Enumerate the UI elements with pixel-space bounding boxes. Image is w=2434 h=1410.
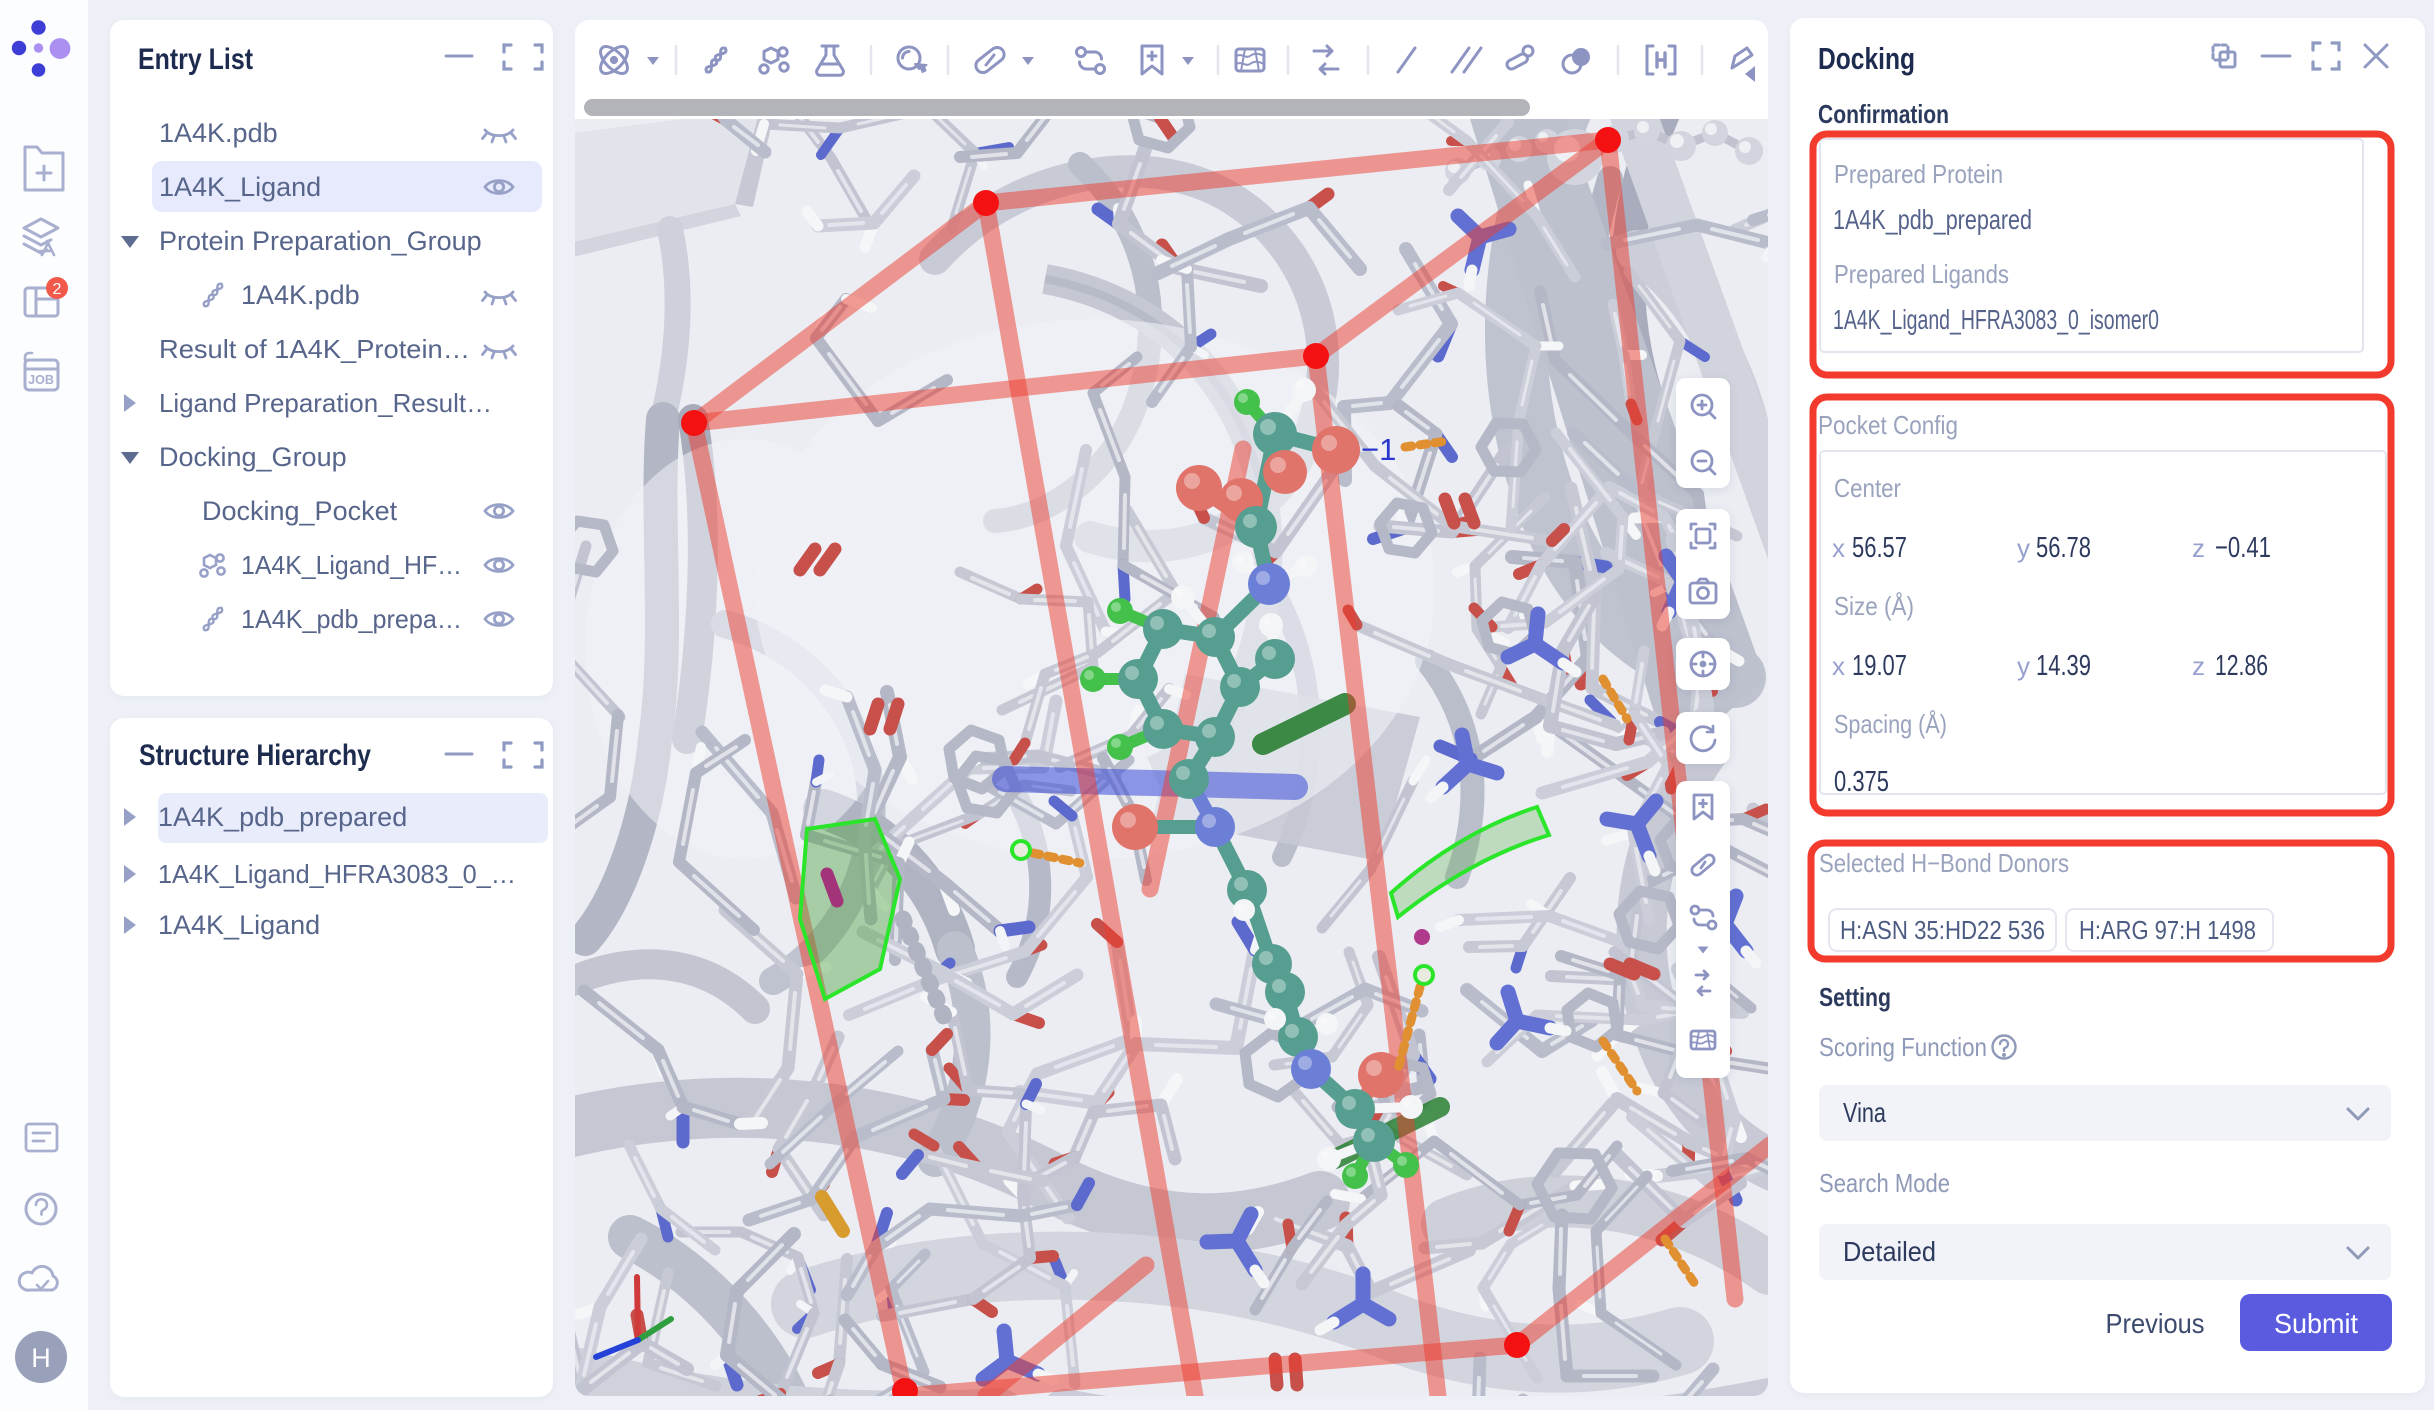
svg-text:H:ARG 97:H 1498: H:ARG 97:H 1498 <box>2079 915 2256 945</box>
svg-text:12.86: 12.86 <box>2215 650 2268 682</box>
svg-text:−0.41: −0.41 <box>2215 532 2271 564</box>
svg-text:Size (Å): Size (Å) <box>1834 591 1914 621</box>
svg-text:1A4K_Ligand_HFRA3083_0_…: 1A4K_Ligand_HFRA3083_0_… <box>158 859 516 889</box>
svg-text:14.39: 14.39 <box>2036 650 2091 682</box>
svg-text:1A4K_Ligand_HF…: 1A4K_Ligand_HF… <box>241 550 462 580</box>
svg-text:Setting: Setting <box>1819 982 1891 1012</box>
svg-text:1A4K_Ligand: 1A4K_Ligand <box>159 172 321 202</box>
svg-text:1A4K_pdb_prepared: 1A4K_pdb_prepared <box>1833 204 2032 235</box>
svg-text:Submit: Submit <box>2274 1308 2358 1339</box>
svg-text:Prepared Protein: Prepared Protein <box>1834 159 2003 189</box>
svg-text:Confirmation: Confirmation <box>1818 99 1949 129</box>
svg-text:y: y <box>2017 533 2030 563</box>
svg-text:Ligand Preparation_Result…: Ligand Preparation_Result… <box>159 388 492 418</box>
svg-text:z: z <box>2192 651 2205 681</box>
svg-text:1A4K.pdb: 1A4K.pdb <box>159 118 278 148</box>
svg-text:H:ASN 35:HD22 536: H:ASN 35:HD22 536 <box>1840 915 2045 945</box>
svg-text:19.07: 19.07 <box>1852 650 1907 682</box>
svg-text:1A4K_pdb_prepared: 1A4K_pdb_prepared <box>158 802 407 832</box>
svg-text:Selected H−Bond Donors: Selected H−Bond Donors <box>1819 848 2069 878</box>
svg-text:Docking_Group: Docking_Group <box>159 442 347 472</box>
svg-text:Search Mode: Search Mode <box>1819 1168 1950 1198</box>
svg-text:1A4K_Ligand: 1A4K_Ligand <box>158 910 320 940</box>
svg-text:56.57: 56.57 <box>1852 532 1907 564</box>
svg-text:H: H <box>31 1343 51 1373</box>
svg-text:z: z <box>2192 533 2205 563</box>
svg-text:−1: −1 <box>1361 432 1396 467</box>
svg-text:Detailed: Detailed <box>1843 1236 1936 1267</box>
svg-text:Pocket Config: Pocket Config <box>1818 410 1958 440</box>
svg-text:Previous: Previous <box>2106 1308 2205 1339</box>
svg-text:1A4K_pdb_prepa…: 1A4K_pdb_prepa… <box>241 604 462 634</box>
svg-text:x: x <box>1832 651 1845 681</box>
svg-text:2: 2 <box>53 281 62 298</box>
svg-text:Docking: Docking <box>1818 41 1915 76</box>
svg-text:56.78: 56.78 <box>2036 532 2091 564</box>
svg-text:Protein Preparation_Group: Protein Preparation_Group <box>159 226 482 256</box>
svg-text:Vina: Vina <box>1843 1097 1886 1128</box>
svg-text:y: y <box>2017 651 2030 681</box>
svg-text:1A4K.pdb: 1A4K.pdb <box>241 280 360 310</box>
svg-text:1A4K_Ligand_HFRA3083_0_isomer0: 1A4K_Ligand_HFRA3083_0_isomer0 <box>1833 304 2159 335</box>
svg-text:Docking_Pocket: Docking_Pocket <box>202 496 398 526</box>
svg-text:Scoring Function: Scoring Function <box>1819 1032 1987 1062</box>
svg-text:Result of 1A4K_Protein…: Result of 1A4K_Protein… <box>159 334 470 364</box>
svg-text:JOB: JOB <box>28 373 54 387</box>
svg-text:x: x <box>1832 533 1845 563</box>
svg-text:0.375: 0.375 <box>1834 766 1889 798</box>
svg-text:Center: Center <box>1834 473 1901 503</box>
svg-text:Prepared Ligands: Prepared Ligands <box>1834 259 2009 289</box>
svg-text:Spacing (Å): Spacing (Å) <box>1834 709 1947 739</box>
